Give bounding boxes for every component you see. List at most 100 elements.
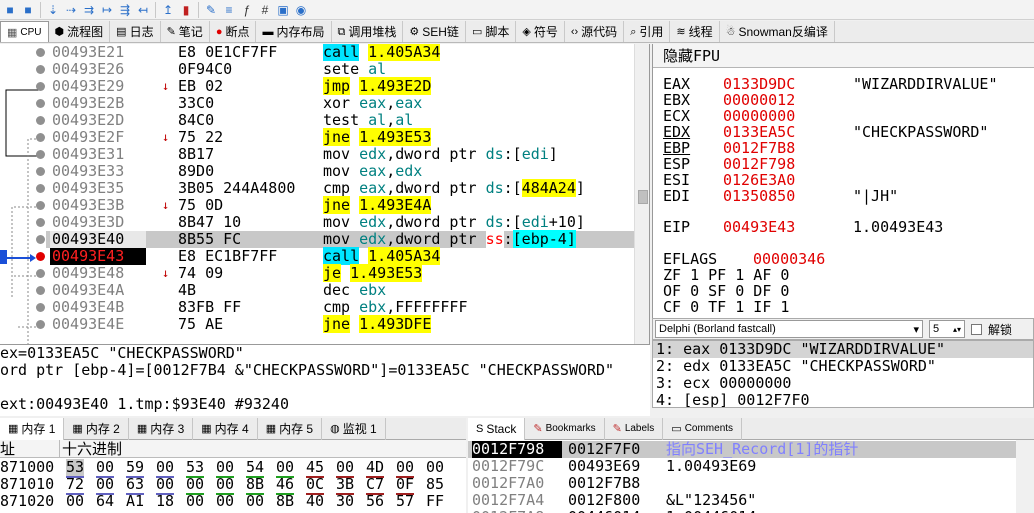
disasm-row[interactable]: 00493E4A 4B dec ebx: [46, 282, 634, 299]
disasm-row[interactable]: 00493E2B 33C0 xor eax,eax: [46, 95, 634, 112]
tab-references[interactable]: ⌕ 引用: [624, 21, 671, 42]
register-value[interactable]: 0012F7B8: [723, 140, 853, 156]
register-value[interactable]: 01350850: [723, 188, 853, 204]
breakpoint-dot[interactable]: [36, 201, 45, 210]
register-value[interactable]: 00493E43: [723, 219, 853, 235]
breakpoint-dot[interactable]: [36, 235, 45, 244]
animate-icon[interactable]: ⇶: [117, 2, 133, 18]
breakpoint-dot[interactable]: [36, 218, 45, 227]
register-row[interactable]: EDI 01350850 "|JH": [663, 188, 898, 204]
dump-byte[interactable]: 57: [396, 493, 414, 510]
breakpoint-dot[interactable]: [36, 184, 45, 193]
dump-byte[interactable]: FF: [426, 493, 444, 510]
register-value[interactable]: 00000000: [723, 108, 853, 124]
breakpoint-dot[interactable]: [36, 320, 45, 329]
stack-scrollbar[interactable]: [1016, 440, 1034, 513]
dump-byte[interactable]: 56: [366, 493, 384, 510]
breakpoint-dot[interactable]: [36, 150, 45, 159]
pencil-icon[interactable]: ✎: [203, 2, 219, 18]
flags-row[interactable]: ZF 1 PF 1 AF 0: [663, 267, 789, 283]
disassembly-scrollbar[interactable]: [634, 44, 649, 344]
breakpoint-dot[interactable]: [36, 303, 45, 312]
disasm-row[interactable]: 00493E3D 8B47 10 mov edx,dword ptr ds:[edi…: [46, 214, 634, 231]
register-value[interactable]: 0133EA5C: [723, 124, 853, 140]
register-row[interactable]: ESI 0126E3A0: [663, 172, 853, 188]
disasm-row[interactable]: 00493E40 8B55 FC mov edx,dword ptr ss:[ebp…: [46, 230, 634, 248]
disasm-row[interactable]: 00493E21 E8 0E1CF7FF call 1.405A34: [46, 44, 634, 61]
dump-byte[interactable]: 85: [426, 476, 444, 493]
disasm-row[interactable]: 00493E31 8B17 mov edx,dword ptr ds:[edi]: [46, 146, 634, 163]
registers-panel[interactable]: 隐藏FPU EAX 0133D9DC "WIZARDDIRVALUE" EBX 0000…: [652, 44, 1034, 318]
rtu-icon[interactable]: ↥: [160, 2, 176, 18]
register-value[interactable]: 0126E3A0: [723, 172, 853, 188]
tab-graph[interactable]: ⬢ 流程图: [49, 21, 111, 42]
save-icon[interactable]: ■: [2, 2, 18, 18]
unlock-checkbox[interactable]: [971, 323, 982, 335]
register-row[interactable]: EBP 0012F7B8: [663, 140, 853, 156]
hash-icon[interactable]: #: [257, 2, 273, 18]
arguments-panel[interactable]: 1: eax 0133D9DC "WIZARDDIRVALUE" 2: edx 0…: [652, 340, 1034, 408]
breakpoint-dot[interactable]: [36, 133, 45, 142]
argument-row[interactable]: 1: eax 0133D9DC "WIZARDDIRVALUE": [653, 341, 1033, 358]
breakpoint-dot[interactable]: [36, 286, 45, 295]
stack-view[interactable]: 0012F798 0012F7F0 指向SEH_Record[1]的指针 0012F7…: [468, 440, 1034, 513]
disasm-row[interactable]: 00493E43 E8 EC1BF7FF call 1.405A34: [46, 247, 634, 265]
dump-byte[interactable]: 30: [336, 493, 354, 510]
register-value[interactable]: 0012F798: [723, 156, 853, 172]
dump-tab-5[interactable]: ▦ 内存 5: [258, 418, 323, 440]
trace-icon[interactable]: ⇉: [81, 2, 97, 18]
dump-byte[interactable]: 00: [426, 459, 444, 476]
step-into-icon[interactable]: ⇣: [45, 2, 61, 18]
dump-byte[interactable]: 18: [156, 493, 174, 510]
tab-script[interactable]: ▭ 脚本: [466, 21, 517, 42]
argument-row[interactable]: 4: [esp] 0012F7F0: [653, 392, 1033, 408]
arg-count-spinner[interactable]: 5 ▴▾: [929, 320, 965, 338]
register-row[interactable]: EBX 00000012: [663, 92, 853, 108]
fx-icon[interactable]: ƒ: [239, 2, 255, 18]
register-row[interactable]: EDX 0133EA5C "CHECKPASSWORD": [663, 124, 988, 140]
dump-byte[interactable]: A1: [126, 493, 144, 510]
breakpoint-dot[interactable]: [36, 99, 45, 108]
tab-snowman[interactable]: ☃ Snowman反编译: [720, 21, 835, 42]
register-row[interactable]: EIP 00493E43 1.00493E43: [663, 219, 943, 235]
tab-call-stack[interactable]: ⧉ 调用堆栈: [332, 21, 404, 42]
flags-row[interactable]: OF 0 SF 0 DF 0: [663, 283, 789, 299]
breakpoint-dot[interactable]: [36, 65, 45, 74]
dump-tab-3[interactable]: ▦ 内存 3: [129, 418, 194, 440]
flags-row[interactable]: CF 0 TF 1 IF 1: [663, 299, 789, 315]
disasm-row[interactable]: 00493E4E 75 AE jne 1.493DFE: [46, 315, 634, 333]
dump-byte[interactable]: 40: [306, 493, 324, 510]
disasm-row[interactable]: 00493E33 89D0 mov eax,edx: [46, 163, 634, 180]
disasm-row[interactable]: 00493E29 EB 02 jmp 1.493E2D ↓: [46, 77, 634, 95]
disasm-row[interactable]: 00493E3B 75 0D jne 1.493E4A ↓: [46, 196, 634, 214]
bookmark-icon[interactable]: ▮: [178, 2, 194, 18]
dump-byte[interactable]: 00: [246, 493, 264, 510]
register-value[interactable]: 0133D9DC: [723, 76, 853, 92]
tab-seh[interactable]: ⚙ SEH链: [403, 21, 466, 42]
stack-row[interactable]: 0012F798 0012F7F0 指向SEH_Record[1]的指针: [468, 441, 1016, 458]
globe-icon[interactable]: ◉: [293, 2, 309, 18]
dump-byte[interactable]: 00: [216, 493, 234, 510]
stack-tab-comments[interactable]: ▭ Comments: [663, 418, 743, 440]
dump-byte[interactable]: 64: [96, 493, 114, 510]
tab-cpu[interactable]: ▦ CPU: [0, 21, 49, 42]
tab-log[interactable]: ▤ 日志: [110, 21, 161, 42]
scrollbar-thumb[interactable]: [638, 190, 648, 204]
disasm-row[interactable]: 00493E26 0F94C0 sete al: [46, 61, 634, 78]
breakpoint-dot[interactable]: [36, 82, 45, 91]
dump-byte[interactable]: 00: [186, 493, 204, 510]
disassembly-view[interactable]: 00493E21 E8 0E1CF7FF call 1.405A34 00493E26…: [0, 44, 650, 344]
stack-row[interactable]: 0012F79C 00493E69 1.00493E69: [468, 458, 1016, 475]
dump-byte[interactable]: 00: [66, 493, 84, 510]
back-icon[interactable]: ↤: [135, 2, 151, 18]
step-over-icon[interactable]: ⇢: [63, 2, 79, 18]
tab-source[interactable]: ‹› 源代码: [565, 21, 625, 42]
patch-icon[interactable]: ▣: [275, 2, 291, 18]
tab-memory-map[interactable]: ▬ 内存布局: [256, 21, 332, 42]
tab-notes[interactable]: ✎ 笔记: [161, 21, 210, 42]
breakpoint-dot[interactable]: [36, 48, 45, 57]
tab-symbols[interactable]: ◈ 符号: [516, 21, 565, 42]
stop-icon[interactable]: ■: [20, 2, 36, 18]
eflags-row[interactable]: EFLAGS 00000346: [663, 251, 825, 267]
stack-row[interactable]: 0012F7A8 00446014 1.00446014: [468, 509, 1016, 513]
